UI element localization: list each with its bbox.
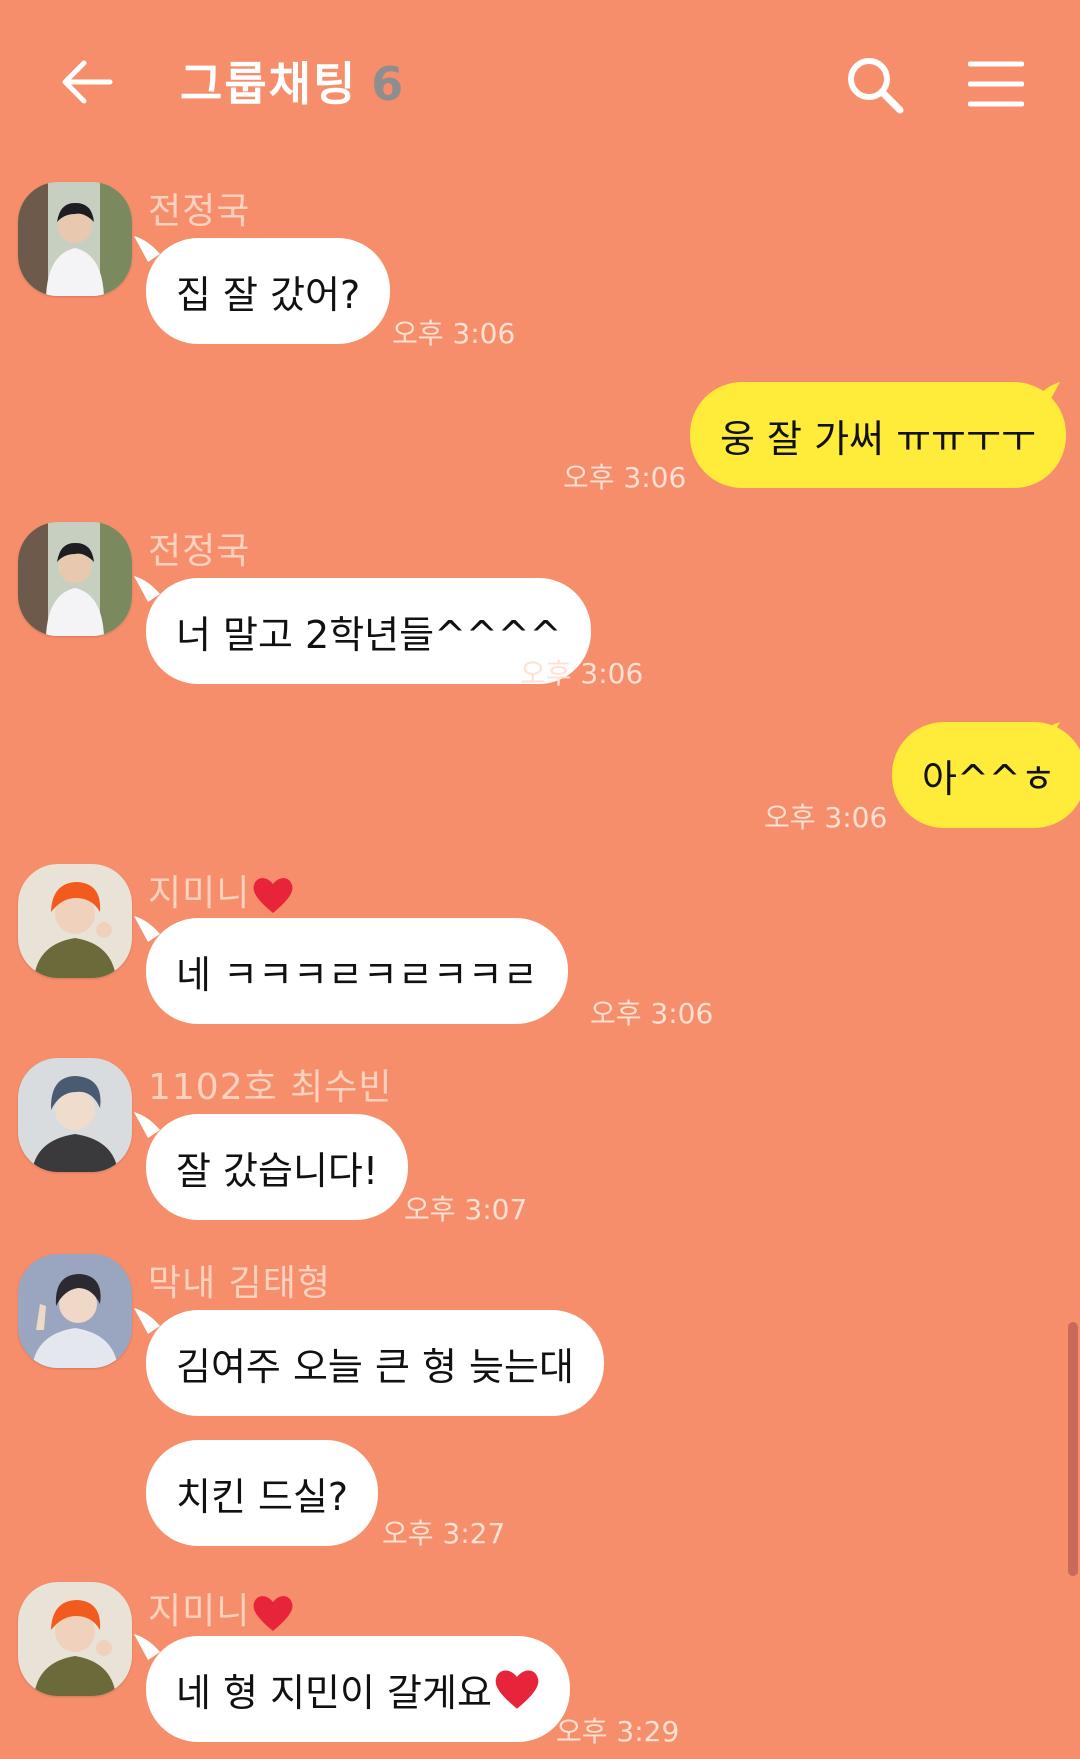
avatar-photo-icon	[18, 1254, 132, 1368]
avatar[interactable]	[18, 1058, 132, 1172]
chat-title: 그룹채팅 6	[180, 48, 405, 114]
avatar[interactable]	[18, 864, 132, 978]
sender-name-text: 지미니	[148, 873, 251, 914]
sender-name-text: 지미니	[148, 1591, 251, 1632]
message-time: 오후 3:06	[590, 997, 714, 1030]
sender-name: 전정국	[148, 531, 251, 572]
message-bubble[interactable]: 집 잘 갔어?	[146, 238, 391, 344]
member-count: 6	[371, 57, 406, 111]
sender-name: 지미니	[148, 1582, 294, 1634]
heart-icon	[253, 1596, 293, 1631]
message-time: 오후 3:06	[520, 657, 644, 690]
sender-name: 1102호 최수빈	[148, 1067, 393, 1108]
avatar[interactable]	[18, 1254, 132, 1368]
message-time: 오후 3:06	[563, 461, 687, 494]
message-bubble[interactable]: 네 형 지민이 갈게요	[146, 1636, 570, 1742]
message-time: 오후 3:29	[556, 1715, 680, 1748]
heart-icon	[253, 878, 293, 913]
message-time: 오후 3:27	[382, 1517, 506, 1550]
message-bubble[interactable]: 김여주 오늘 큰 형 늦는대	[146, 1310, 604, 1416]
chat-title-text: 그룹채팅	[180, 57, 358, 111]
message-time: 오후 3:06	[392, 317, 516, 350]
message-bubble[interactable]: 네 ㅋㅋㅋㄹㅋㄹㅋㅋㄹ	[146, 918, 568, 1024]
avatar[interactable]	[18, 1582, 132, 1696]
heart-icon	[495, 1670, 539, 1709]
avatar[interactable]	[18, 182, 132, 296]
sender-name: 지미니	[148, 864, 294, 916]
arrow-left-icon	[62, 60, 113, 104]
message-bubble[interactable]: 치킨 드실?	[146, 1440, 379, 1546]
avatar-photo-icon	[18, 1582, 132, 1696]
message-text: 네 형 지민이 갈게요	[176, 1670, 492, 1715]
sender-name: 막내 김태형	[148, 1263, 332, 1304]
message-time: 오후 3:07	[404, 1193, 528, 1226]
message-time: 오후 3:06	[764, 801, 888, 834]
search-button[interactable]	[844, 54, 906, 116]
message-bubble[interactable]: 웅 잘 가써 ㅠㅠㅜㅜ	[690, 382, 1066, 488]
hamburger-menu-icon	[967, 61, 1025, 107]
avatar-photo-icon	[18, 1058, 132, 1172]
message-bubble[interactable]: 아^^ㅎ	[892, 722, 1080, 828]
chat-header: 그룹채팅 6	[0, 0, 1080, 170]
search-icon	[848, 58, 904, 114]
sender-name: 전정국	[148, 191, 251, 232]
avatar-photo-icon	[18, 182, 132, 296]
menu-button[interactable]	[967, 60, 1025, 108]
avatar-photo-icon	[18, 864, 132, 978]
message-bubble[interactable]: 잘 갔습니다!	[146, 1114, 409, 1220]
scrollbar[interactable]	[1068, 1322, 1078, 1576]
back-button[interactable]	[58, 52, 118, 112]
avatar[interactable]	[18, 522, 132, 636]
avatar-photo-icon	[18, 522, 132, 636]
